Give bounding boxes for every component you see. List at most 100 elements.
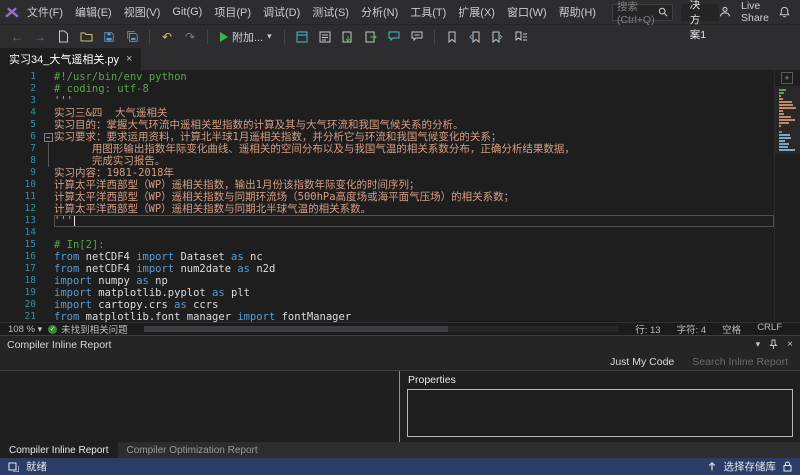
uncomment-icon[interactable] <box>408 28 426 46</box>
code-line[interactable]: 6−实习要求：要求运用资料，计算北半球1月遥相关指数，并分析它与环流和我国气候变… <box>0 131 774 143</box>
bookmark-list-icon[interactable] <box>512 28 530 46</box>
select-repository-button[interactable]: 选择存储库 <box>724 459 777 474</box>
background-tasks-icon[interactable] <box>8 461 19 472</box>
minimap-line <box>779 122 789 124</box>
open-file-icon[interactable] <box>77 28 95 46</box>
menu-item-11[interactable]: 帮助(H) <box>553 1 602 23</box>
code-line[interactable]: 13''' <box>0 215 774 227</box>
code-line[interactable]: 14 <box>0 227 774 239</box>
code-line[interactable]: 10计算太平洋西部型（WP）遥相关指数，输出1月份该指数年际变化的时间序列； <box>0 179 774 191</box>
zoom-control[interactable]: 108 % ▾ <box>8 324 42 335</box>
panel-title-bar[interactable]: Compiler Inline Report ▾ × <box>0 336 800 353</box>
notifications-bell-icon[interactable] <box>779 6 790 18</box>
close-panel-icon[interactable]: × <box>787 339 793 350</box>
menu-item-9[interactable]: 扩展(X) <box>452 1 501 23</box>
new-file-icon[interactable] <box>54 28 72 46</box>
properties-window-icon[interactable] <box>316 28 334 46</box>
panel-search-input[interactable]: Search Inline Report <box>692 356 788 368</box>
build-icon[interactable] <box>293 28 311 46</box>
attach-debugger-button[interactable]: 附加... ▾ <box>216 29 276 45</box>
code-line[interactable]: 5实习目的：掌握大气环流中遥相关型指数的计算及其与大气环流和我国气候关系的分析。 <box>0 119 774 131</box>
indentation-indicator[interactable]: 空格 <box>722 322 741 336</box>
code-text: ''' <box>54 215 774 227</box>
fold-margin <box>42 191 54 203</box>
code-editor[interactable]: 1#!/usr/bin/env python2# coding: utf-83 '… <box>0 70 800 322</box>
save-icon[interactable] <box>100 28 118 46</box>
code-line[interactable]: 21from matplotlib.font_manager import fo… <box>0 311 774 322</box>
next-bookmark-icon[interactable] <box>489 28 507 46</box>
status-bar: 就绪 选择存储库 <box>0 458 800 475</box>
fold-margin <box>42 83 54 95</box>
code-line[interactable]: 9实习内容：1981-2018年 <box>0 167 774 179</box>
line-number: 3 <box>0 95 42 107</box>
export-data-icon[interactable] <box>362 28 380 46</box>
code-line[interactable]: 18import numpy as np <box>0 275 774 287</box>
redo-icon[interactable]: ↷ <box>181 28 199 46</box>
just-my-code-toggle[interactable]: Just My Code <box>610 356 674 368</box>
live-share-label[interactable]: Live Share <box>741 0 769 24</box>
code-line[interactable]: 20import cartopy.crs as ccrs <box>0 299 774 311</box>
bookmark-icon[interactable] <box>443 28 461 46</box>
quick-search-box[interactable]: 搜索 (Ctrl+Q) <box>612 4 673 21</box>
code-line[interactable]: 4实习三&四 大气遥相关 <box>0 107 774 119</box>
panel-tab-1[interactable]: Compiler Optimization Report <box>118 442 267 458</box>
fold-collapse-icon[interactable]: − <box>42 131 54 143</box>
comment-icon[interactable] <box>385 28 403 46</box>
scrollbar-options-icon[interactable]: + <box>781 72 793 84</box>
code-line[interactable]: 2# coding: utf-8 <box>0 83 774 95</box>
fold-margin <box>42 107 54 119</box>
line-indicator[interactable]: 行: 13 <box>635 322 660 336</box>
document-health-indicator[interactable]: ✓ 未找到相关问题 <box>48 322 128 336</box>
code-line[interactable]: 12计算太平洋西部型（WP）遥相关指数与同期北半球气温的相关系数。 <box>0 203 774 215</box>
fold-margin <box>42 251 54 263</box>
code-line[interactable]: 17from netCDF4 import num2date as n2d <box>0 263 774 275</box>
code-line[interactable]: 11计算太平洋西部型（WP）遥相关指数与同期环流场（500hPa高度场或海平面气… <box>0 191 774 203</box>
close-tab-icon[interactable]: × <box>126 54 132 65</box>
fold-margin <box>42 167 54 179</box>
window-position-icon[interactable]: ▾ <box>756 339 761 350</box>
code-line[interactable]: 19import matplotlib.pyplot as plt <box>0 287 774 299</box>
menu-item-3[interactable]: Git(G) <box>166 3 208 21</box>
document-tab[interactable]: 实习34_大气遥相关.py × <box>0 48 141 70</box>
horizontal-scrollbar[interactable] <box>144 326 620 332</box>
code-line[interactable]: 15# In[2]: <box>0 239 774 251</box>
menu-item-0[interactable]: 文件(F) <box>21 1 69 23</box>
solution-selector[interactable]: 解决方案1 <box>681 4 719 21</box>
menu-item-1[interactable]: 编辑(E) <box>69 1 118 23</box>
menu-item-4[interactable]: 项目(P) <box>208 1 257 23</box>
pin-icon[interactable] <box>769 339 778 350</box>
ready-label: 就绪 <box>26 459 47 474</box>
horizontal-scrollbar-thumb[interactable] <box>144 326 448 332</box>
code-text: ''' <box>54 95 774 107</box>
panel-tab-0[interactable]: Compiler Inline Report <box>0 442 118 458</box>
save-all-icon[interactable] <box>123 28 141 46</box>
navigate-forward-icon[interactable]: → <box>31 28 49 46</box>
inline-report-tree-pane[interactable] <box>0 371 400 442</box>
previous-bookmark-icon[interactable] <box>466 28 484 46</box>
menu-item-7[interactable]: 分析(N) <box>355 1 404 23</box>
search-icon <box>658 7 668 17</box>
code-line[interactable]: 16from netCDF4 import Dataset as nc <box>0 251 774 263</box>
code-line[interactable]: 7 用图形输出指数年际变化曲线、遥相关的空间分布以及与我国气温的相关系数分布，正… <box>0 143 774 155</box>
minimap-bars <box>775 88 800 151</box>
minimap-line <box>779 137 791 139</box>
menu-item-8[interactable]: 工具(T) <box>404 1 452 23</box>
properties-box[interactable] <box>407 389 793 437</box>
line-ending-indicator[interactable]: CRLF <box>757 322 782 336</box>
line-number: 19 <box>0 287 42 299</box>
menu-item-10[interactable]: 窗口(W) <box>501 1 553 23</box>
navigate-backward-icon[interactable]: ← <box>8 28 26 46</box>
menu-item-5[interactable]: 调试(D) <box>257 1 306 23</box>
code-line[interactable]: 1#!/usr/bin/env python <box>0 71 774 83</box>
menu-item-2[interactable]: 视图(V) <box>118 1 167 23</box>
code-line[interactable]: 8 完成实习报告。 <box>0 155 774 167</box>
import-data-icon[interactable] <box>339 28 357 46</box>
scrollbar-map[interactable]: + <box>774 70 800 322</box>
column-indicator[interactable]: 字符: 4 <box>677 322 707 336</box>
code-line[interactable]: 3 ''' <box>0 95 774 107</box>
lock-icon[interactable] <box>783 461 792 472</box>
live-share-icon[interactable] <box>719 6 731 18</box>
undo-icon[interactable]: ↶ <box>158 28 176 46</box>
line-number: 21 <box>0 311 42 322</box>
menu-item-6[interactable]: 测试(S) <box>306 1 355 23</box>
